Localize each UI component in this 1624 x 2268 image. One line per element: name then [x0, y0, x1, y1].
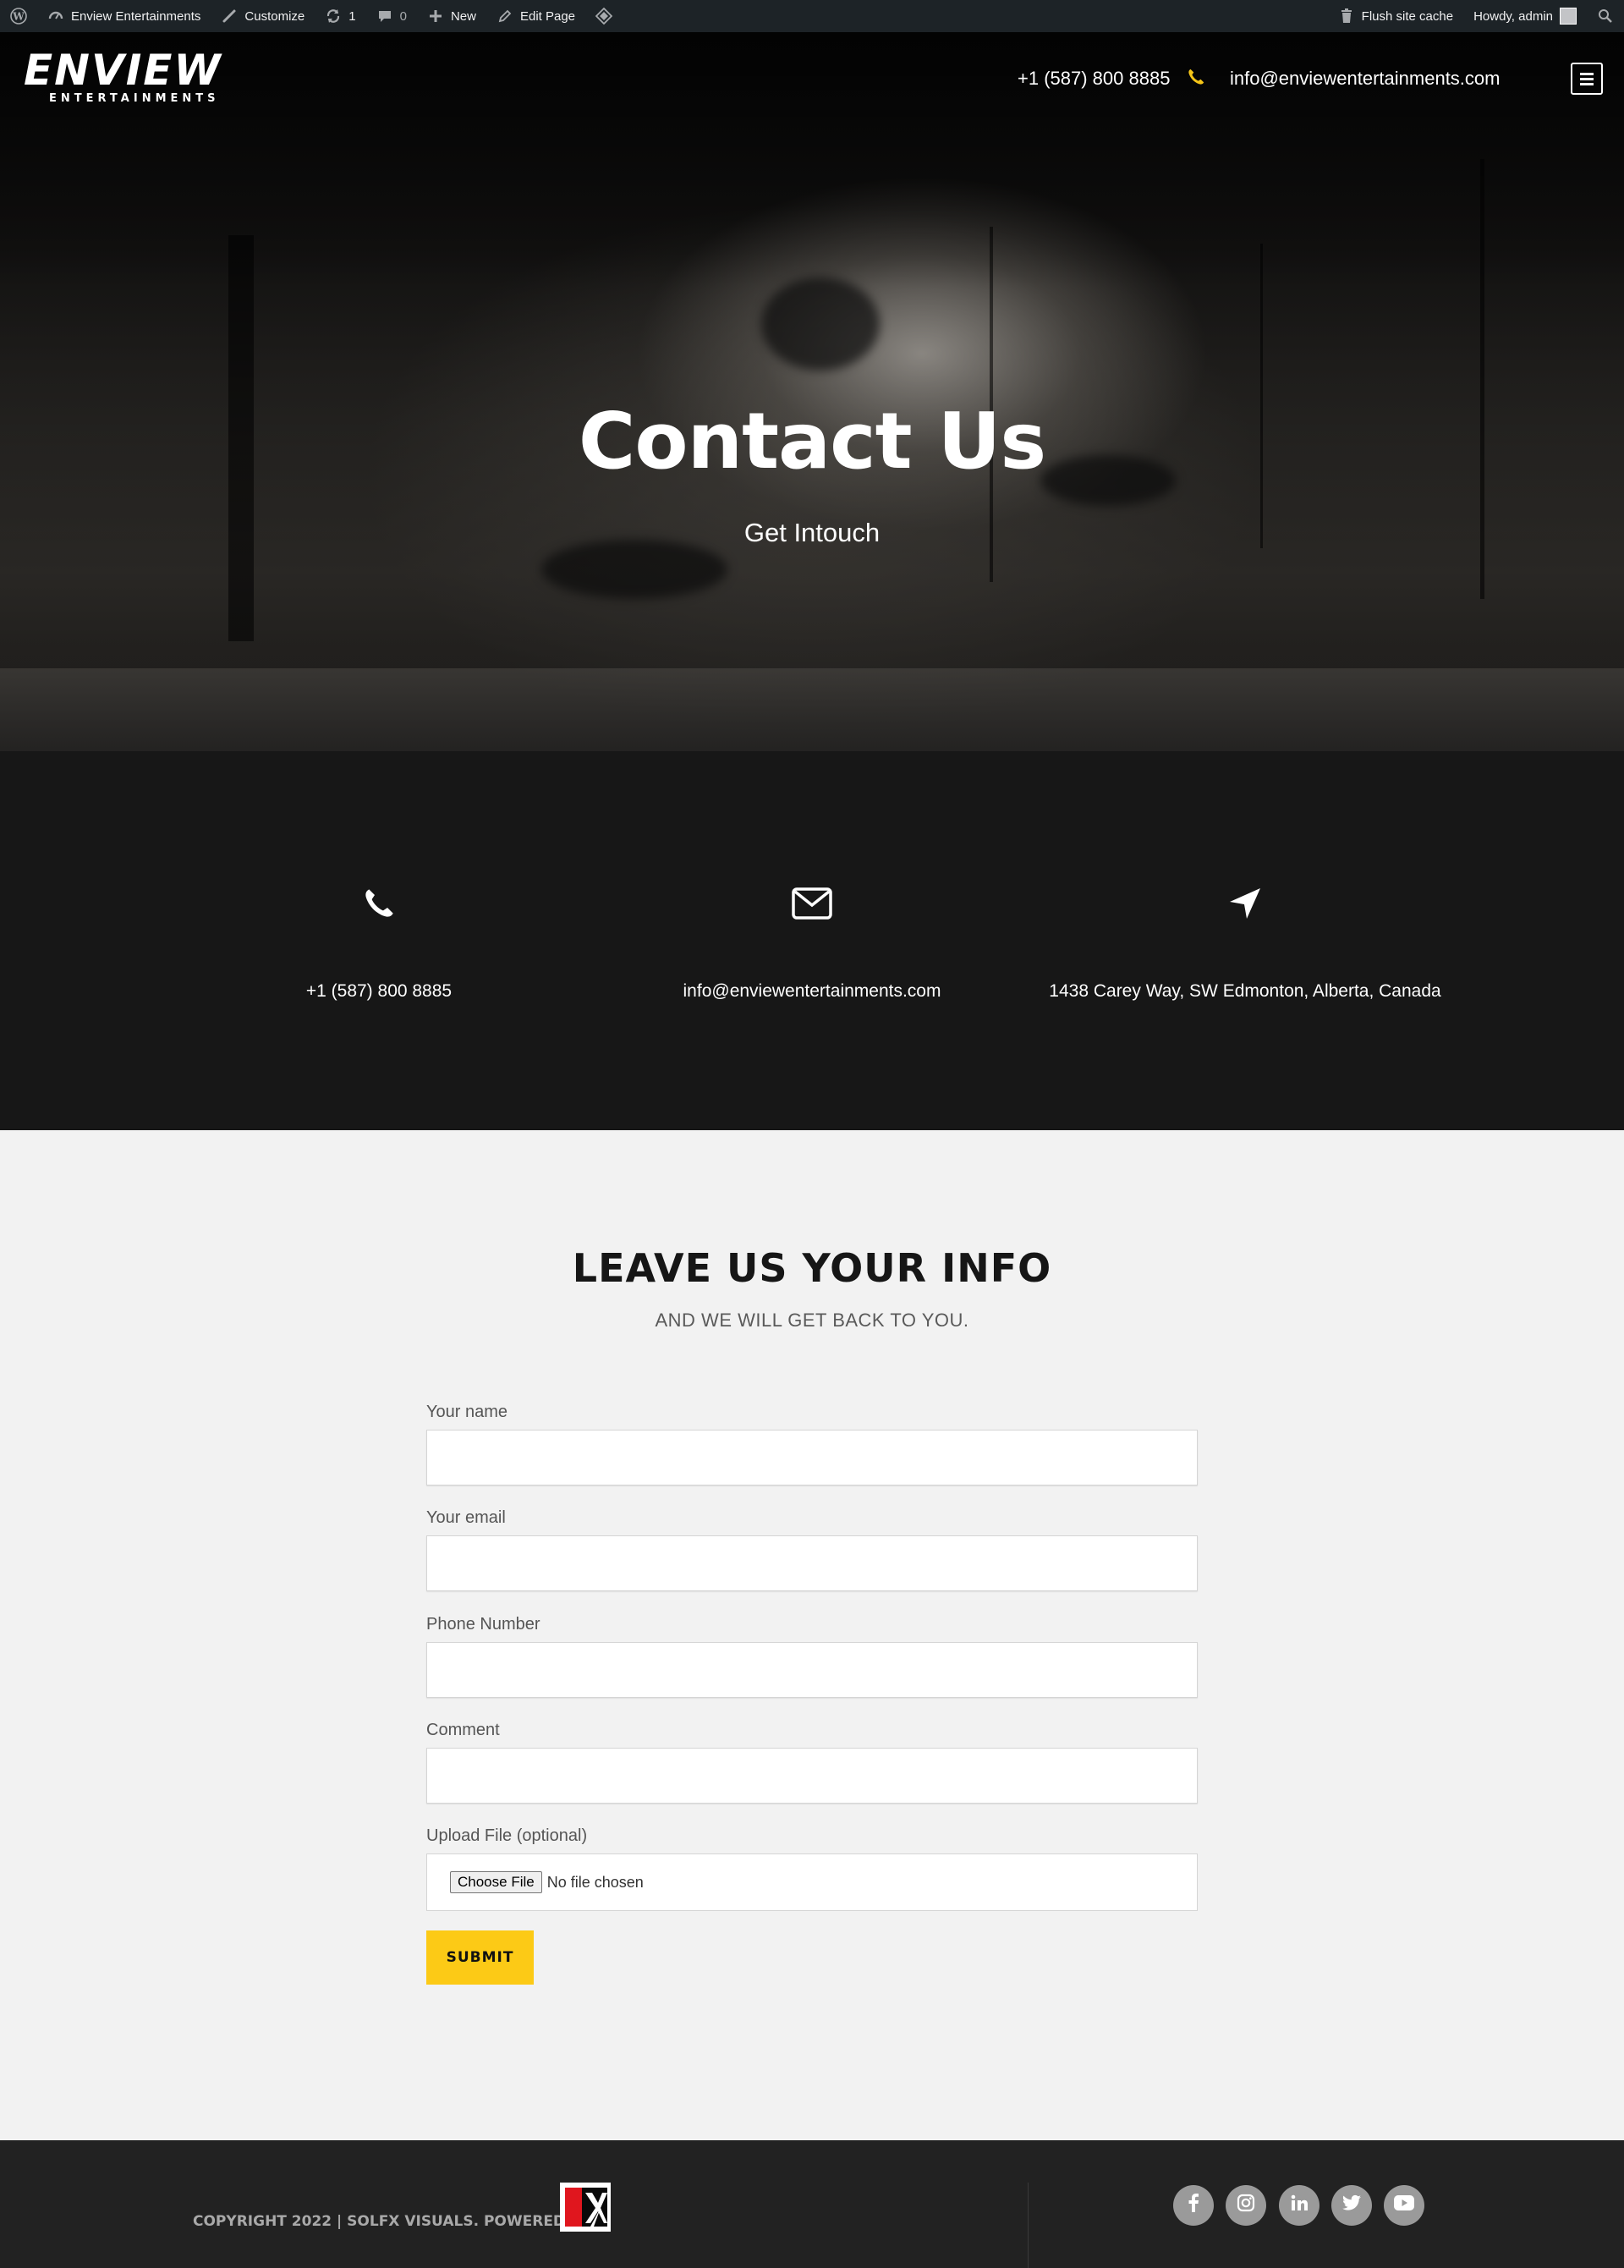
name-label: Your name [426, 1403, 508, 1421]
menu-line [1580, 77, 1594, 80]
wordpress-logo-button[interactable]: W [0, 0, 37, 32]
contact-info-band: +1 (587) 800 8885 info@enviewentertainme… [0, 751, 1624, 1130]
instagram-icon [1237, 2194, 1255, 2217]
hero-overlay [0, 32, 1624, 668]
header-phone-link[interactable]: +1 (587) 800 8885 [1018, 68, 1170, 90]
form-title: LEAVE US YOUR INFO [572, 1245, 1052, 1291]
site-footer: COPYRIGHT 2022 | SOLFX VISUALS. POWERED … [0, 2140, 1624, 2268]
comment-field[interactable] [426, 1748, 1198, 1804]
comments-link[interactable]: 0 [366, 0, 417, 32]
updates-count: 1 [348, 8, 356, 24]
diamond-icon [595, 8, 613, 25]
location-arrow-icon [1224, 882, 1266, 925]
trash-icon [1338, 8, 1355, 25]
email-field[interactable] [426, 1535, 1198, 1591]
new-content-link[interactable]: New [417, 0, 486, 32]
choose-file-button[interactable]: Choose File [450, 1871, 542, 1893]
dashboard-icon [47, 8, 64, 25]
phone-field[interactable] [426, 1642, 1198, 1698]
copyright-text: COPYRIGHT 2022 | SOLFX VISUALS. POWERED … [193, 2213, 602, 2230]
comments-count: 0 [399, 8, 407, 24]
twitter-button[interactable] [1331, 2185, 1372, 2226]
hamburger-menu-button[interactable] [1571, 63, 1603, 95]
customize-label: Customize [244, 8, 305, 24]
howdy-label: Howdy, admin [1473, 8, 1553, 24]
facebook-icon [1188, 2194, 1199, 2217]
refresh-icon [325, 8, 342, 25]
admin-bar: W Enview Entertainments Customize 1 0 Ne… [0, 0, 1624, 32]
phone-icon [1187, 68, 1205, 91]
plus-icon [427, 8, 444, 25]
wordpress-icon: W [10, 8, 27, 25]
facebook-button[interactable] [1173, 2185, 1214, 2226]
submit-button[interactable]: SUBMIT [426, 1930, 534, 1985]
page-subtitle: Get Intouch [743, 518, 881, 547]
name-field[interactable] [426, 1430, 1198, 1485]
upload-label: Upload File (optional) [426, 1826, 588, 1845]
contact-email[interactable]: info@enviewentertainments.com [592, 981, 1032, 1002]
file-upload-field: Choose File No file chosen [426, 1853, 1198, 1911]
menu-line [1580, 82, 1594, 85]
email-label: Your email [426, 1508, 506, 1527]
twitter-icon [1342, 2194, 1361, 2216]
logo-wordmark: ENVIEW [24, 46, 222, 95]
youtube-icon [1394, 2195, 1414, 2216]
contact-phone[interactable]: +1 (587) 800 8885 [159, 981, 599, 1002]
edit-page-label: Edit Page [519, 8, 576, 24]
envelope-icon [791, 882, 833, 925]
menu-line [1580, 72, 1594, 75]
comment-icon [376, 8, 393, 25]
form-subtitle: AND WE WILL GET BACK TO YOU. [655, 1310, 969, 1331]
updates-link[interactable]: 1 [315, 0, 365, 32]
phone-icon [358, 882, 400, 925]
plugin-menu-button[interactable] [585, 0, 623, 32]
customize-link[interactable]: Customize [211, 0, 315, 32]
solfx-logo[interactable] [560, 2183, 611, 2232]
youtube-button[interactable] [1384, 2185, 1424, 2226]
brush-icon [221, 8, 238, 25]
svg-text:W: W [12, 11, 25, 23]
logo-subtitle: ENTERTAINMENTS [49, 92, 220, 105]
phone-label: Phone Number [426, 1615, 540, 1634]
footer-divider [1028, 2183, 1029, 2268]
pencil-icon [497, 8, 513, 25]
instagram-button[interactable] [1226, 2185, 1266, 2226]
contact-address: 1438 Carey Way, SW Edmonton, Alberta, Ca… [1049, 981, 1441, 1001]
hero-bottom-strip [0, 668, 1624, 751]
linkedin-button[interactable] [1279, 2185, 1320, 2226]
avatar [1560, 8, 1577, 25]
linkedin-icon [1290, 2194, 1309, 2217]
site-logo[interactable]: ENVIEW ENTERTAINMENTS [24, 47, 235, 114]
hero-section [0, 32, 1624, 751]
edit-page-link[interactable]: Edit Page [486, 0, 585, 32]
site-name-link[interactable]: Enview Entertainments [37, 0, 211, 32]
flush-cache-link[interactable]: Flush site cache [1328, 0, 1463, 32]
flush-cache-label: Flush site cache [1361, 8, 1454, 24]
site-name: Enview Entertainments [71, 8, 201, 24]
new-label: New [450, 8, 476, 24]
page-title: Contact Us [578, 396, 1046, 486]
header-email-link[interactable]: info@enviewentertainments.com [1230, 68, 1500, 90]
admin-search-button[interactable] [1587, 0, 1624, 32]
file-status: No file chosen [546, 1873, 644, 1891]
contact-form-section: LEAVE US YOUR INFO AND WE WILL GET BACK … [0, 1130, 1624, 2140]
search-icon [1597, 8, 1614, 25]
comment-label: Comment [426, 1721, 500, 1739]
my-account-link[interactable]: Howdy, admin [1463, 0, 1587, 32]
